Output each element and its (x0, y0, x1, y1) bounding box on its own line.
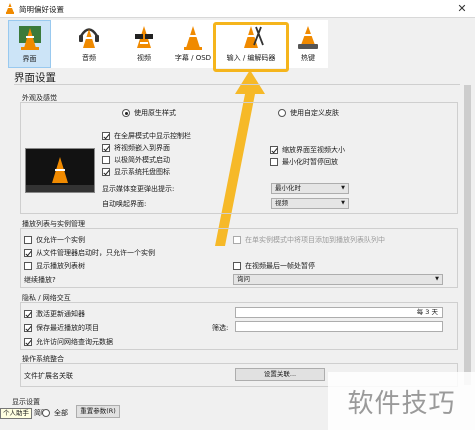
vlc-cone-preview-icon (26, 157, 94, 192)
window-title: 简明偏好设置 (19, 5, 64, 14)
show-settings-label: 显示设置 (12, 398, 40, 406)
vlc-cone-hotkeys-icon (298, 26, 318, 49)
checkbox-label: 缩放界面至视频大小 (282, 146, 345, 154)
enqueue-single-checkbox[interactable]: 在单实例模式中将项目添加到播放列表队列中 (233, 235, 385, 245)
category-hotkeys[interactable]: 热键 (290, 20, 326, 68)
vertical-scrollbar[interactable] (463, 85, 472, 410)
file-ext-label: 文件扩展名关联 (24, 372, 73, 380)
select-value: 视频 (275, 199, 288, 207)
allow-metadata-checkbox[interactable]: 允许访问网络查询元数据 (24, 337, 113, 347)
media-change-popup-label: 显示媒体变更弹出提示: (102, 185, 175, 193)
vlc-cone-headphones-icon (79, 28, 99, 48)
all-settings-radio[interactable]: 全部 (42, 408, 68, 418)
category-label: 字幕 / OSD (174, 54, 212, 62)
close-button[interactable]: ✕ (455, 2, 469, 15)
category-video[interactable]: 视频 (124, 20, 164, 68)
watermark: 软件技巧 (328, 372, 475, 430)
update-period-spinbox[interactable]: 每 3 天 (235, 307, 443, 318)
category-label: 界面 (22, 55, 37, 63)
vlc-cone-interface-icon (18, 26, 41, 50)
checkbox-label: 在全屏模式中显示控制栏 (114, 132, 191, 140)
category-interface[interactable]: 界面 (8, 20, 51, 68)
select-value: 最小化时 (275, 184, 301, 192)
native-style-radio[interactable]: 使用原生样式 (122, 108, 176, 118)
assistant-tooltip: 个人助手 (0, 408, 32, 419)
checkbox-label: 显示系统托盘图标 (114, 168, 170, 176)
save-recent-checkbox[interactable]: 保存最近播放的项目 (24, 323, 99, 333)
playlist-tree-checkbox[interactable]: 显示播放列表树 (24, 261, 85, 271)
continue-playback-label: 继续播放? (24, 276, 56, 284)
filter-input[interactable] (235, 321, 443, 332)
continue-playback-select[interactable]: 询问 ▼ (233, 274, 443, 285)
checkbox-label: 显示播放列表树 (36, 262, 85, 270)
checkbox-label: 将视频嵌入到界面 (114, 144, 170, 152)
category-label: 视频 (137, 54, 151, 62)
radio-indicator (278, 109, 286, 117)
interface-preview-image (25, 148, 95, 193)
category-label: 音频 (82, 54, 96, 62)
one-instance-checkbox[interactable]: 仅允许一个实例 (24, 235, 85, 245)
systray-icon-checkbox[interactable]: 显示系统托盘图标 (102, 167, 170, 177)
checkbox-label: 从文件管理器启动时，只允许一个实例 (36, 249, 155, 257)
checkbox-label: 以极简外模式启动 (114, 156, 170, 164)
scrollbar-thumb[interactable] (464, 85, 471, 385)
select-value: 询问 (237, 275, 250, 283)
checkbox-label: 在视频最后一帧处暂停 (245, 262, 315, 270)
category-label: 热键 (301, 54, 315, 62)
auto-raise-select[interactable]: 视频 ▼ (271, 198, 349, 209)
vlc-cone-glasses-icon (135, 26, 153, 48)
divider (14, 84, 460, 85)
title-bar: 简明偏好设置 ✕ (0, 0, 475, 18)
checkbox-label: 保存最近播放的项目 (36, 324, 99, 332)
highlight-box (213, 22, 289, 72)
reset-preferences-button[interactable]: 重置参数(R) (76, 405, 120, 418)
checkbox-label: 最小化时暂停回放 (282, 158, 338, 166)
native-style-label: 使用原生样式 (134, 109, 176, 117)
radio-indicator (122, 109, 130, 117)
fullscreen-controller-checkbox[interactable]: 在全屏模式中显示控制栏 (102, 131, 191, 141)
checkbox-label: 允许访问网络查询元数据 (36, 338, 113, 346)
vlc-app-icon (6, 3, 14, 14)
minimal-mode-checkbox[interactable]: 以极简外模式启动 (102, 155, 170, 165)
embed-video-checkbox[interactable]: 将视频嵌入到界面 (102, 143, 170, 153)
resize-to-video-checkbox[interactable]: 缩放界面至视频大小 (270, 145, 345, 155)
checkbox-label: 仅允许一个实例 (36, 236, 85, 244)
pause-last-frame-checkbox[interactable]: 在视频最后一帧处暂停 (233, 261, 315, 271)
vlc-cone-subtitle-icon (184, 26, 202, 50)
radio-label: 全部 (54, 409, 68, 417)
section-title: 界面设置 (14, 72, 56, 84)
chevron-down-icon: ▼ (435, 276, 439, 282)
custom-skin-radio[interactable]: 使用自定义皮肤 (278, 108, 339, 118)
filter-label: 筛选: (212, 324, 229, 332)
checkbox-label: 激活更新通知器 (36, 310, 85, 318)
setup-associations-button[interactable]: 设置关联... (235, 368, 325, 381)
update-period-value: 每 3 天 (416, 308, 438, 316)
checkbox-label: 在单实例模式中将项目添加到播放列表队列中 (245, 236, 385, 244)
media-change-popup-select[interactable]: 最小化时 ▼ (271, 183, 349, 194)
custom-skin-label: 使用自定义皮肤 (290, 109, 339, 117)
category-subtitles-osd[interactable]: 字幕 / OSD (168, 20, 218, 68)
category-audio[interactable]: 音频 (70, 20, 108, 68)
file-manager-one-instance-checkbox[interactable]: 从文件管理器启动时，只允许一个实例 (24, 248, 155, 258)
auto-raise-label: 自动唤起界面: (102, 200, 147, 208)
chevron-down-icon: ▼ (341, 185, 345, 191)
pause-minimized-checkbox[interactable]: 最小化时暂停回放 (270, 157, 338, 167)
activate-updates-checkbox[interactable]: 激活更新通知器 (24, 309, 85, 319)
chevron-down-icon: ▼ (341, 200, 345, 206)
